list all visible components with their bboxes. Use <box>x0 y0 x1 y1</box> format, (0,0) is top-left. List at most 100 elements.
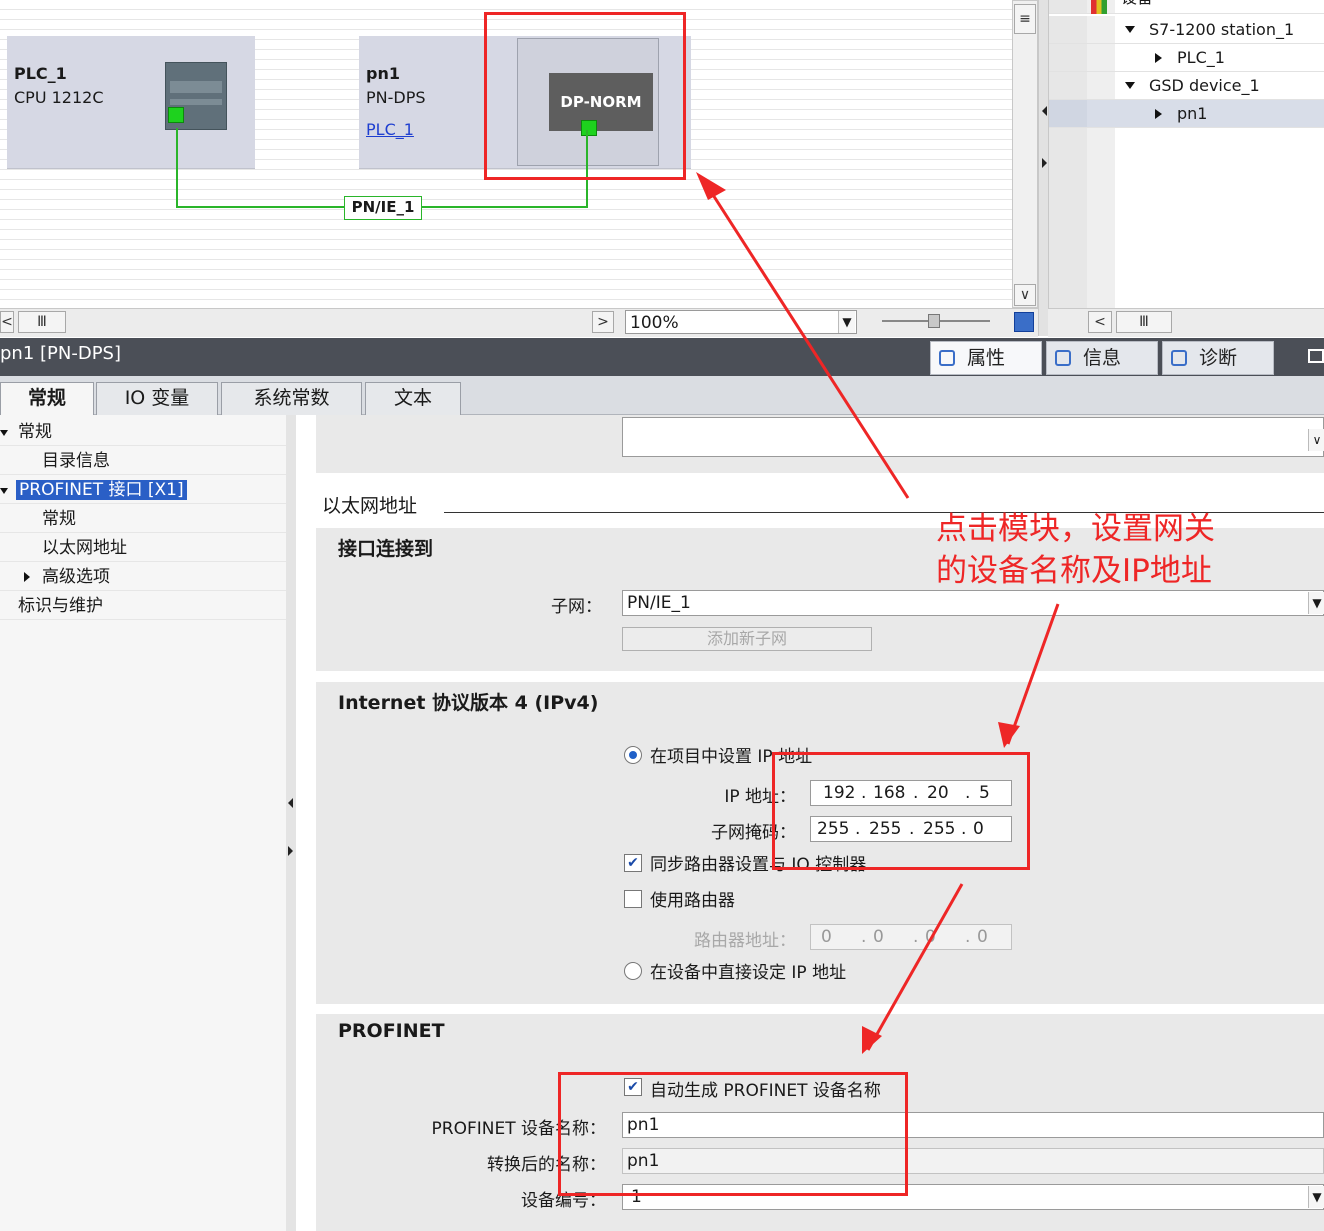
tree-item-label: PLC_1 <box>1177 48 1225 67</box>
ip-octet: 0 <box>925 927 936 947</box>
canvas-vscrollbar[interactable] <box>1012 0 1038 308</box>
tree-item-label: pn1 <box>1177 104 1208 123</box>
collapse-right-icon[interactable] <box>288 846 293 856</box>
scroll-down-icon[interactable]: ∨ <box>1014 284 1036 306</box>
tab-label: 属性 <box>967 347 1006 369</box>
chevron-down-icon[interactable]: ∨ <box>1308 429 1324 451</box>
tree-header: 设备 <box>1049 0 1324 14</box>
expanded-icon[interactable] <box>0 488 8 494</box>
device-tree-panel: 设备 S7-1200 station_1 PLC_1 GSD device_1 … <box>1048 0 1324 308</box>
tree-item-station[interactable]: S7-1200 station_1 <box>1049 16 1324 44</box>
collapsed-icon[interactable] <box>24 572 30 582</box>
subnet-label[interactable]: PN/IE_1 <box>344 196 422 220</box>
nav-label: 常规 <box>18 422 52 442</box>
device-type: CPU 1212C <box>14 88 104 107</box>
plc-port-icon[interactable] <box>168 107 184 123</box>
ip-octet: 0 <box>873 927 884 947</box>
hscroll-thumb[interactable]: Ⅲ <box>18 311 66 333</box>
scroll-left-icon[interactable]: < <box>1088 311 1112 333</box>
chevron-down-icon[interactable]: ▼ <box>1308 1186 1324 1208</box>
collapsed-icon[interactable] <box>1155 53 1162 63</box>
inspector-title: pn1 [PN-DPS] <box>0 343 122 364</box>
router-label: 路由器地址： <box>694 931 796 951</box>
expanded-icon[interactable] <box>1125 26 1135 33</box>
zoom-slider-thumb[interactable] <box>928 314 940 328</box>
zoom-slider[interactable] <box>882 314 990 328</box>
checkbox-sync-router[interactable]: ✔ <box>624 854 642 872</box>
tab-label: 信息 <box>1083 347 1122 369</box>
device-name: pn1 <box>366 64 400 83</box>
scroll-left-icon[interactable]: < <box>0 311 14 333</box>
collapse-right-icon[interactable] <box>1042 158 1047 168</box>
tree-item-gsd[interactable]: GSD device_1 <box>1049 72 1324 100</box>
chevron-down-icon[interactable]: ▼ <box>838 311 855 333</box>
tab-diagnostics[interactable]: 诊断 <box>1162 341 1274 375</box>
nav-item-general[interactable]: 常规 <box>0 418 286 446</box>
add-subnet-button[interactable]: 添加新子网 <box>622 627 872 651</box>
properties-icon <box>939 350 955 366</box>
tab-texts[interactable]: 文本 <box>365 382 461 415</box>
radio-set-ip-in-project[interactable] <box>624 746 642 764</box>
scroll-right-icon[interactable]: > <box>592 311 614 333</box>
zoom-select[interactable]: 100% <box>625 310 857 334</box>
nav-item-ethernet[interactable]: 以太网地址 <box>0 534 286 562</box>
network-canvas[interactable]: PLC_1 CPU 1212C pn1 PN-DPS PLC_1 DP-NORM… <box>0 0 1012 308</box>
device-link[interactable]: PLC_1 <box>366 120 414 139</box>
comment-field[interactable] <box>622 417 1324 457</box>
nav-item-profinet-interface[interactable]: PROFINET 接口 [X1] <box>0 476 286 504</box>
highlight-box <box>484 12 686 180</box>
scroll-handle-icon[interactable]: ≡ <box>1014 4 1036 34</box>
ip-dot: . <box>965 927 971 947</box>
ip-octet: 0 <box>977 927 988 947</box>
tab-info[interactable]: 信息 <box>1046 341 1158 375</box>
annotation-text: 点击模块，设置网关 <box>936 511 1215 547</box>
tree-item-label: GSD device_1 <box>1149 76 1260 95</box>
section-top: ∨ <box>316 415 1324 473</box>
nav-item-catalog[interactable]: 目录信息 <box>0 447 286 475</box>
device-type: PN-DPS <box>366 88 426 107</box>
radio-set-ip-on-device[interactable] <box>624 962 642 980</box>
tree-bottom-bar-ext: < Ⅲ <box>1048 308 1324 337</box>
inspector-nav: 常规 目录信息 PROFINET 接口 [X1] 常规 以太网地址 高级选项 标… <box>0 415 287 1231</box>
tree-item-pn1[interactable]: pn1 <box>1049 100 1324 128</box>
ip-dot: . <box>861 927 867 947</box>
hscroll-thumb[interactable]: Ⅲ <box>1116 311 1172 333</box>
checkbox-use-router[interactable] <box>624 890 642 908</box>
tree-item-plc1[interactable]: PLC_1 <box>1049 44 1324 72</box>
nav-item-general-sub[interactable]: 常规 <box>0 505 286 533</box>
ip-dot: . <box>913 927 919 947</box>
section-title: PROFINET <box>338 1020 445 1042</box>
device-card-plc1[interactable]: PLC_1 CPU 1212C <box>7 36 255 169</box>
option-label: 使用路由器 <box>650 891 735 911</box>
connection-line <box>176 128 178 208</box>
tab-general[interactable]: 常规 <box>0 382 94 416</box>
collapse-left-icon[interactable] <box>1042 106 1047 116</box>
expanded-icon[interactable] <box>1125 82 1135 89</box>
tab-io-tags[interactable]: IO 变量 <box>96 382 218 415</box>
tab-system-constants[interactable]: 系统常数 <box>221 382 362 415</box>
info-icon <box>1055 350 1071 366</box>
tree-item-label: S7-1200 station_1 <box>1149 20 1295 39</box>
nav-item-identification[interactable]: 标识与维护 <box>0 592 286 620</box>
highlight-box <box>558 1072 908 1196</box>
devices-icon <box>1091 0 1107 14</box>
nav-label: PROFINET 接口 [X1] <box>16 480 187 500</box>
collapse-left-icon[interactable] <box>288 798 293 808</box>
ip-octet: 0 <box>821 927 832 947</box>
ethernet-heading: 以太网地址 <box>322 495 418 517</box>
section-title: Internet 协议版本 4 (IPv4) <box>338 692 599 714</box>
router-address-field[interactable]: 0 . 0 . 0 . 0 <box>810 924 1012 950</box>
overview-icon[interactable] <box>1014 312 1034 332</box>
device-name: PLC_1 <box>14 64 67 83</box>
subnet-select[interactable]: PN/IE_1 <box>622 590 1324 616</box>
collapsed-icon[interactable] <box>1155 109 1162 119</box>
annotation-text: 的设备名称及IP地址 <box>936 553 1212 589</box>
chevron-down-icon[interactable]: ▼ <box>1308 592 1324 614</box>
window-restore-icon[interactable] <box>1308 349 1324 363</box>
nav-item-advanced[interactable]: 高级选项 <box>0 563 286 591</box>
nav-label: 高级选项 <box>42 567 110 587</box>
option-label: 在设备中直接设定 IP 地址 <box>650 963 847 983</box>
tab-properties[interactable]: 属性 <box>930 341 1042 375</box>
tree-header-label: 设备 <box>1121 0 1153 8</box>
expanded-icon[interactable] <box>0 430 8 436</box>
